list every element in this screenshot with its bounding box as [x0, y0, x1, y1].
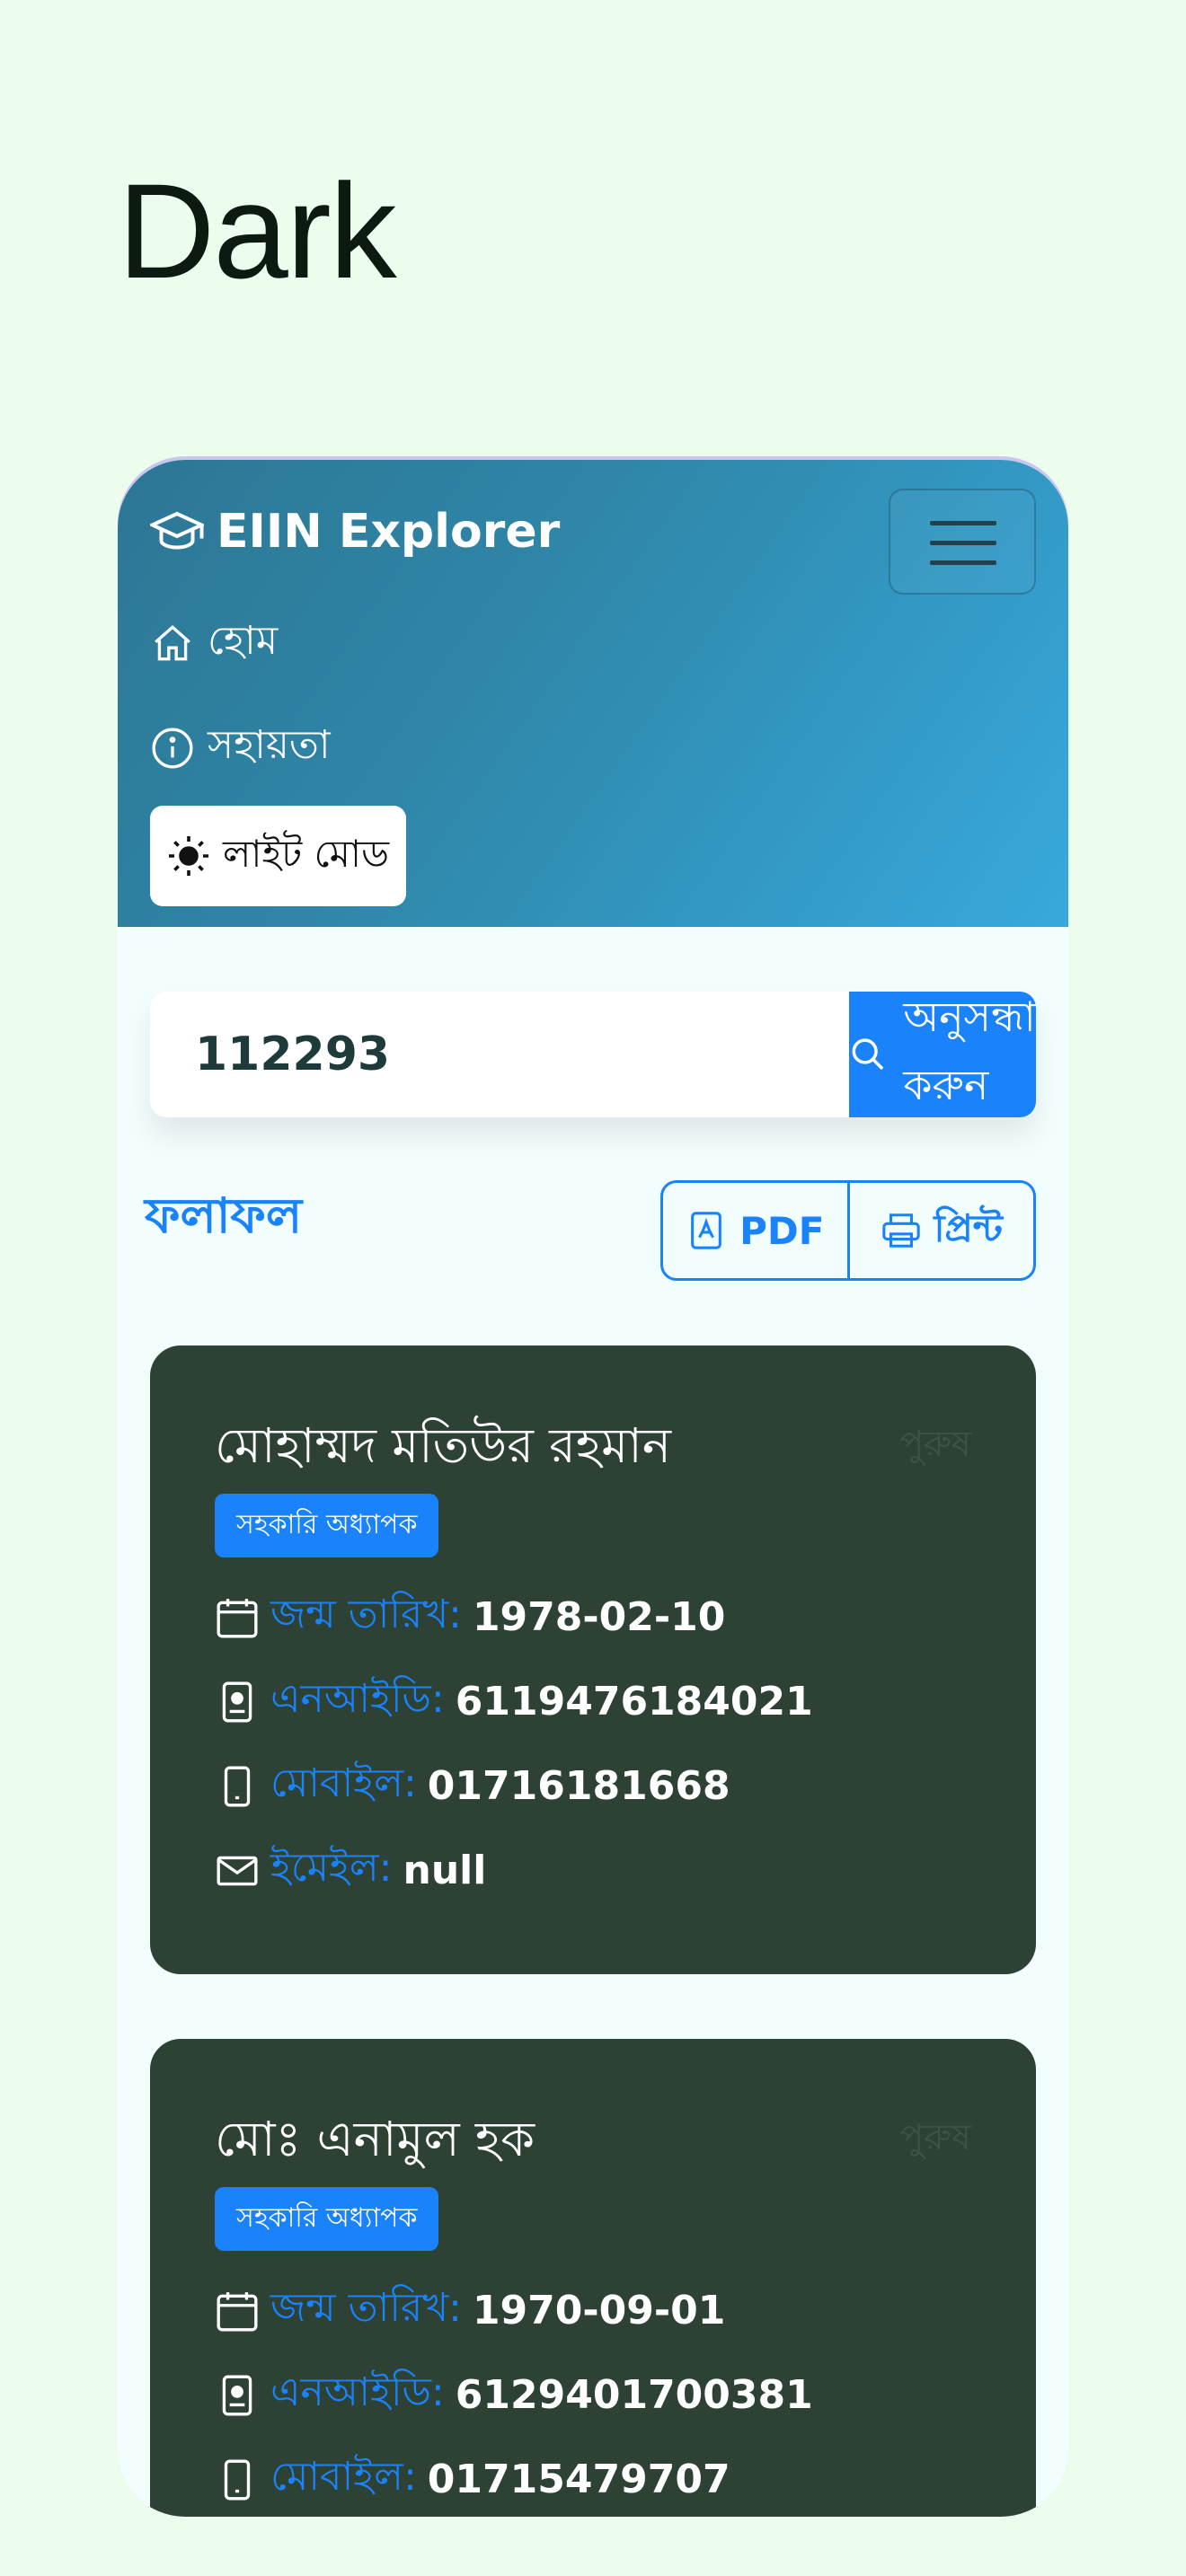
id-card-icon [222, 2375, 252, 2415]
results-title: ফলাফল [145, 1187, 303, 1244]
nav-help-label: সহায়তা [208, 722, 331, 768]
dob-label: জন্ম তারিখ: [270, 1592, 462, 1637]
nav-help-link[interactable]: সহায়তা [150, 715, 331, 781]
page-heading: Dark [118, 155, 397, 306]
result-card: মোঃ এনামুল হক পুরুষ সহকারি অধ্যাপক জন্ম … [150, 2039, 1036, 2517]
dob-value: 1970-09-01 [472, 2288, 726, 2333]
nid-value: 6129401700381 [455, 2372, 813, 2418]
nid-label: এনআইডি: [270, 1676, 445, 1722]
dob-row: জন্ম তারিখ: 1978-02-10 [215, 1584, 725, 1650]
menu-toggle-button[interactable] [889, 489, 1036, 595]
eiin-search-input[interactable] [150, 992, 849, 1117]
email-label: ইমেইল: [270, 1845, 393, 1891]
dob-label: জন্ম তারিখ: [270, 2285, 462, 2331]
export-button-group: PDF প্রিন্ট [660, 1180, 1036, 1281]
nid-row: এনআইডি: 6119476184021 [215, 1669, 813, 1734]
hamburger-line [930, 521, 996, 525]
designation-badge: সহকারি অধ্যাপক [215, 2187, 439, 2251]
home-icon [155, 624, 190, 660]
pdf-file-icon [691, 1212, 721, 1249]
designation-badge: সহকারি অধ্যাপক [215, 1494, 439, 1557]
graduation-cap-icon [150, 511, 204, 550]
nid-row: এনআইডি: 6129401700381 [215, 2362, 813, 2428]
brand[interactable]: EIIN Explorer [150, 505, 560, 559]
nid-value: 6119476184021 [455, 1679, 813, 1725]
phone-icon [224, 1766, 251, 1806]
hamburger-line [930, 541, 996, 545]
card-name: মোঃ এনামুল হক [215, 2111, 535, 2167]
nid-label: এনআইডি: [270, 2369, 445, 2415]
search-button[interactable]: অনুসন্ধান করুন [849, 992, 1036, 1117]
mobile-row: মোবাইল: 01716181668 [215, 1753, 730, 1819]
hamburger-line [930, 560, 996, 565]
dob-row: জন্ম তারিখ: 1970-09-01 [215, 2278, 725, 2343]
phone-frame: EIIN Explorer হোম সহায়তা লাইট মোড 11229… [118, 460, 1068, 2517]
info-icon [152, 728, 193, 768]
brand-title: EIIN Explorer [217, 505, 561, 559]
theme-toggle-label: লাইট মোড [222, 831, 389, 876]
nav-home-link[interactable]: হোম [150, 611, 278, 676]
sun-icon [168, 836, 208, 876]
card-gender: পুরুষ [899, 1424, 971, 1465]
mobile-label: মোবাইল: [270, 2454, 417, 2500]
theme-toggle-button[interactable]: লাইট মোড [150, 806, 406, 906]
card-name: মোহাম্মদ মতিউর রহমান [215, 1417, 672, 1474]
mobile-row: মোবাইল: 01715479707 [215, 2447, 730, 2512]
dob-value: 1978-02-10 [472, 1594, 726, 1640]
search-icon [852, 1038, 884, 1071]
pdf-button[interactable]: PDF [663, 1183, 847, 1278]
email-value[interactable]: null [403, 1848, 487, 1893]
pdf-button-label: PDF [739, 1208, 825, 1253]
envelope-icon [217, 1856, 258, 1885]
search-bar: অনুসন্ধান করুন [150, 992, 1036, 1117]
nav-home-label: হোম [208, 618, 279, 664]
print-button[interactable]: প্রিন্ট [846, 1183, 1034, 1278]
app-header: EIIN Explorer হোম সহায়তা লাইট মোড [118, 460, 1068, 927]
calendar-icon [217, 1598, 258, 1637]
phone-icon [224, 2459, 251, 2500]
mobile-value[interactable]: 01716181668 [428, 1763, 730, 1809]
mobile-label: মোবাইল: [270, 1760, 417, 1806]
email-row: ইমেইল: null [215, 1838, 486, 1903]
search-button-label: অনুসন্ধান করুন [903, 992, 1036, 1109]
card-gender: পুরুষ [899, 2117, 971, 2158]
printer-icon [881, 1213, 920, 1248]
print-button-label: প্রিন্ট [934, 1205, 1003, 1250]
id-card-icon [222, 1681, 252, 1722]
result-card: মোহাম্মদ মতিউর রহমান পুরুষ সহকারি অধ্যাপ… [150, 1345, 1036, 1974]
calendar-icon [217, 2291, 258, 2331]
mobile-value[interactable]: 01715479707 [428, 2457, 730, 2502]
